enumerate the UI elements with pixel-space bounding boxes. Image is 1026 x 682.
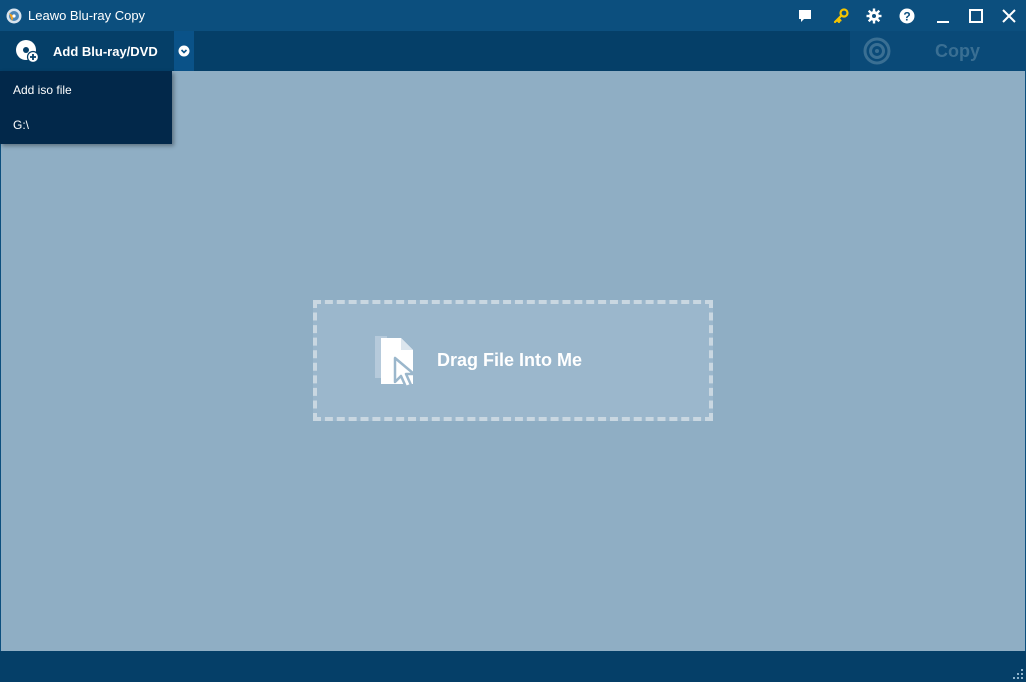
add-bluray-dvd-label: Add Blu-ray/DVD — [53, 43, 158, 59]
gear-icon — [866, 8, 882, 24]
window-border-left — [0, 71, 1, 651]
svg-text:?: ? — [903, 10, 910, 24]
copy-disc-icon — [863, 37, 891, 65]
help-button[interactable]: ? — [894, 4, 920, 28]
title-bar: Leawo Blu-ray Copy ? — [0, 0, 1026, 31]
add-disc-icon — [16, 40, 39, 63]
status-bar — [0, 651, 1026, 682]
maximize-button[interactable] — [963, 4, 989, 28]
toolbar: Add Blu-ray/DVD Copy — [0, 31, 1026, 71]
close-icon — [1002, 9, 1016, 23]
feedback-icon — [799, 10, 811, 22]
drop-zone-text: Drag File Into Me — [437, 350, 583, 370]
key-icon — [833, 8, 849, 24]
close-button[interactable] — [996, 4, 1022, 28]
drag-file-icon — [375, 335, 416, 388]
add-dropdown-button[interactable] — [174, 31, 194, 71]
copy-button[interactable]: Copy — [850, 31, 1026, 71]
drop-zone[interactable]: Drag File Into Me — [313, 300, 713, 421]
minimize-icon — [937, 21, 949, 23]
resize-grip-icon[interactable] — [1012, 668, 1024, 680]
help-icon: ? — [899, 8, 915, 24]
settings-button[interactable] — [861, 4, 887, 28]
chevron-down-icon — [178, 45, 190, 57]
copy-label: Copy — [935, 40, 980, 61]
window-title: Leawo Blu-ray Copy — [28, 8, 146, 23]
menu-item-add-iso-file[interactable]: Add iso file — [13, 83, 72, 97]
minimize-button[interactable] — [930, 4, 956, 28]
menu-item-drive-g[interactable]: G:\ — [13, 118, 29, 132]
add-source-menu: Add iso file G:\ — [0, 71, 172, 144]
feedback-button[interactable] — [792, 4, 818, 28]
app-logo-icon — [6, 8, 22, 24]
register-button[interactable] — [828, 4, 854, 28]
maximize-icon — [969, 9, 983, 23]
add-bluray-dvd-button[interactable]: Add Blu-ray/DVD — [0, 31, 172, 71]
